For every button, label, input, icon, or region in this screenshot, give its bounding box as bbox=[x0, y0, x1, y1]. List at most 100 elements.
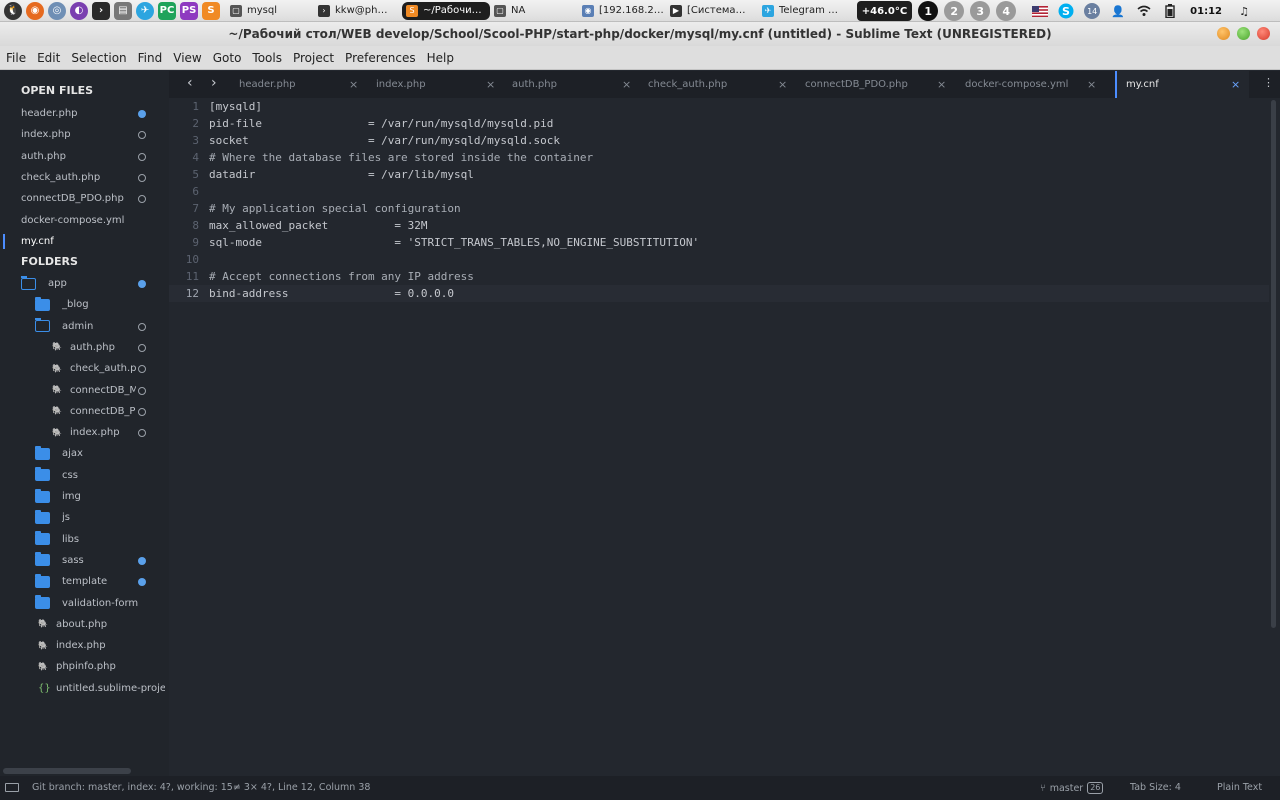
code-line[interactable]: 5 datadir = /var/lib/mysql bbox=[169, 166, 1269, 183]
folder-item[interactable]: js bbox=[0, 507, 169, 528]
close-file-icon[interactable] bbox=[138, 195, 146, 204]
tab-auth-php[interactable]: auth.php × bbox=[512, 71, 642, 98]
close-file-icon[interactable] bbox=[138, 131, 146, 140]
tab-close-icon[interactable]: × bbox=[486, 78, 495, 91]
code-line[interactable]: 2 pid-file = /var/run/mysqld/mysqld.pid bbox=[169, 115, 1269, 132]
editor-scrollbar[interactable] bbox=[1271, 100, 1276, 628]
tab-close-icon[interactable]: × bbox=[622, 78, 631, 91]
code-line[interactable]: 6 bbox=[169, 183, 1269, 200]
code-line[interactable]: 8 max_allowed_packet = 32M bbox=[169, 217, 1269, 234]
code-line[interactable]: 4 # Where the database files are stored i… bbox=[169, 149, 1269, 166]
folder-item[interactable]: libs bbox=[0, 529, 169, 550]
linux-menu-icon[interactable]: 🐧 bbox=[4, 1, 22, 20]
browser-icon[interactable]: ◎ bbox=[48, 1, 66, 20]
tab-docker-compose-yml[interactable]: docker-compose.yml × bbox=[965, 71, 1107, 98]
file-item[interactable]: 🐘 index.php bbox=[0, 635, 169, 656]
folder-item[interactable]: app bbox=[0, 273, 169, 294]
sidebar-scrollbar[interactable] bbox=[3, 768, 131, 774]
file-item[interactable]: 🐘 auth.php bbox=[0, 337, 169, 358]
tab-back-icon[interactable]: ‹ bbox=[187, 75, 193, 91]
syntax-selector[interactable]: Plain Text bbox=[1217, 782, 1262, 793]
workspace-4[interactable]: 4 bbox=[996, 1, 1017, 21]
code-line[interactable]: 11 # Accept connections from any IP addre… bbox=[169, 268, 1269, 285]
tab-my-cnf[interactable]: my.cnf × bbox=[1115, 71, 1249, 98]
open-file-item[interactable]: index.php bbox=[0, 124, 169, 145]
tab-connectdb-pdo-php[interactable]: connectDB_PDO.php × bbox=[805, 71, 957, 98]
menu-find[interactable]: Find bbox=[133, 51, 168, 65]
open-file-item[interactable]: my.cnf bbox=[0, 231, 169, 252]
menu-file[interactable]: File bbox=[1, 51, 31, 65]
code-line[interactable]: 7 # My application special configuration bbox=[169, 200, 1269, 217]
tab-overflow-icon[interactable]: ⋮ bbox=[1263, 76, 1274, 89]
menu-view[interactable]: View bbox=[168, 51, 206, 65]
file-item[interactable]: 🐘 check_auth.php bbox=[0, 358, 169, 379]
folder-item[interactable]: css bbox=[0, 465, 169, 486]
menu-goto[interactable]: Goto bbox=[208, 51, 247, 65]
file-item[interactable]: 🐘 index.php bbox=[0, 422, 169, 443]
firefox-icon[interactable]: ◉ bbox=[26, 1, 44, 20]
user-icon[interactable]: 👤 bbox=[1110, 3, 1126, 19]
toggle-panel-icon[interactable] bbox=[5, 783, 19, 792]
file-item[interactable]: {} untitled.sublime-project bbox=[0, 678, 169, 699]
code-line[interactable]: 10 bbox=[169, 251, 1269, 268]
folder-item[interactable]: _blog bbox=[0, 294, 169, 315]
folder-item[interactable]: img bbox=[0, 486, 169, 507]
close-button[interactable] bbox=[1257, 27, 1270, 40]
workspace-2[interactable]: 2 bbox=[944, 1, 965, 21]
music-icon[interactable]: ♫ bbox=[1236, 3, 1252, 19]
taskbar-window[interactable]: ◉ [192.168.2… bbox=[578, 2, 666, 20]
open-file-item[interactable]: docker-compose.yml bbox=[0, 210, 169, 231]
flag-icon[interactable] bbox=[1032, 3, 1049, 19]
pycharm-icon[interactable]: PC bbox=[158, 1, 176, 20]
open-file-item[interactable]: auth.php bbox=[0, 146, 169, 167]
tab-forward-icon[interactable]: › bbox=[211, 75, 217, 91]
tab-index-php[interactable]: index.php × bbox=[376, 71, 506, 98]
workspace-1[interactable]: 1 bbox=[918, 1, 939, 21]
taskbar-window[interactable]: ✈ Telegram … bbox=[758, 2, 846, 20]
code-line[interactable]: 9 sql-mode = 'STRICT_TRANS_TABLES,NO_ENGI… bbox=[169, 234, 1269, 251]
code-line[interactable]: 3 socket = /var/run/mysqld/mysqld.sock bbox=[169, 132, 1269, 149]
menu-preferences[interactable]: Preferences bbox=[340, 51, 421, 65]
menu-tools[interactable]: Tools bbox=[247, 51, 287, 65]
folder-item[interactable]: template bbox=[0, 571, 169, 592]
folder-item[interactable]: sass bbox=[0, 550, 169, 571]
folder-item[interactable]: validation-form bbox=[0, 593, 169, 614]
git-branch[interactable]: ⑂ master 26 bbox=[1040, 782, 1104, 794]
open-file-item[interactable]: connectDB_PDO.php bbox=[0, 188, 169, 209]
workspace-3[interactable]: 3 bbox=[970, 1, 991, 21]
menu-selection[interactable]: Selection bbox=[66, 51, 131, 65]
menu-edit[interactable]: Edit bbox=[32, 51, 65, 65]
taskbar-window[interactable]: ▢ mysql bbox=[226, 2, 314, 20]
taskbar-window[interactable]: › kkw@ph… bbox=[314, 2, 402, 20]
taskbar-window[interactable]: S ~/Рабочи… bbox=[402, 1, 490, 20]
folder-item[interactable]: ajax bbox=[0, 443, 169, 464]
file-item[interactable]: 🐘 connectDB_PDO.php bbox=[0, 401, 169, 422]
maximize-button[interactable] bbox=[1237, 27, 1250, 40]
clock[interactable]: 01:12 bbox=[1190, 6, 1222, 17]
close-file-icon[interactable] bbox=[138, 173, 146, 182]
open-file-item[interactable]: header.php bbox=[0, 103, 169, 124]
file-item[interactable]: 🐘 phpinfo.php bbox=[0, 656, 169, 677]
wifi-icon[interactable] bbox=[1136, 3, 1152, 19]
files-icon[interactable]: ▤ bbox=[114, 1, 132, 20]
tab-close-icon[interactable]: × bbox=[1087, 78, 1096, 91]
code-editor[interactable]: 1 [mysqld] 2 pid-file = /var/run/mysqld/mys… bbox=[169, 98, 1280, 776]
open-file-item[interactable]: check_auth.php bbox=[0, 167, 169, 188]
tab-check-auth-php[interactable]: check_auth.php × bbox=[648, 71, 798, 98]
terminal-icon[interactable]: › bbox=[92, 1, 110, 20]
battery-icon[interactable] bbox=[1162, 3, 1178, 19]
skype-icon[interactable]: S bbox=[1058, 3, 1074, 19]
close-file-icon[interactable] bbox=[138, 152, 146, 161]
tab-size-selector[interactable]: Tab Size: 4 bbox=[1130, 782, 1181, 793]
file-item[interactable]: 🐘 about.php bbox=[0, 614, 169, 635]
code-line[interactable]: 1 [mysqld] bbox=[169, 98, 1269, 115]
sublime-icon[interactable]: S bbox=[202, 1, 220, 20]
menu-project[interactable]: Project bbox=[288, 51, 339, 65]
tab-close-icon[interactable]: × bbox=[937, 78, 946, 91]
tab-close-icon[interactable]: × bbox=[1231, 78, 1240, 91]
tab-close-icon[interactable]: × bbox=[349, 78, 358, 91]
taskbar-window[interactable]: ▶ [Система… bbox=[666, 2, 758, 20]
code-line[interactable]: 12 bind-address = 0.0.0.0 bbox=[169, 285, 1269, 302]
tab-close-icon[interactable]: × bbox=[778, 78, 787, 91]
taskbar-window[interactable]: ▢ NA bbox=[490, 2, 578, 20]
